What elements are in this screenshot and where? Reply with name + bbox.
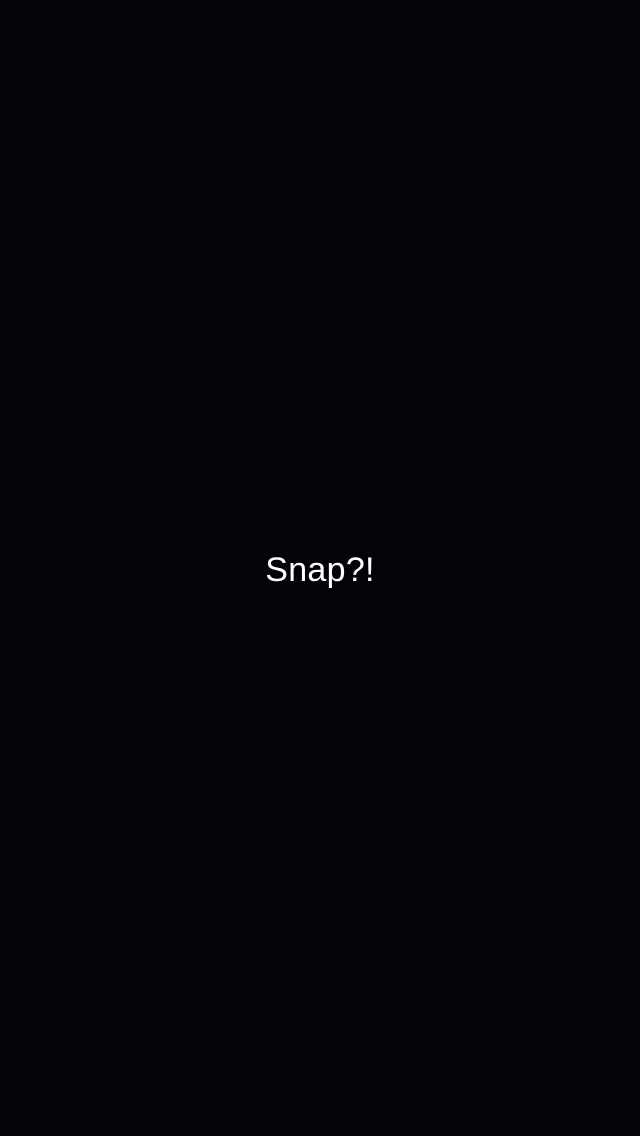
snap-message: Snap?! [265, 551, 375, 589]
black-screen: Snap?! [0, 0, 640, 1136]
